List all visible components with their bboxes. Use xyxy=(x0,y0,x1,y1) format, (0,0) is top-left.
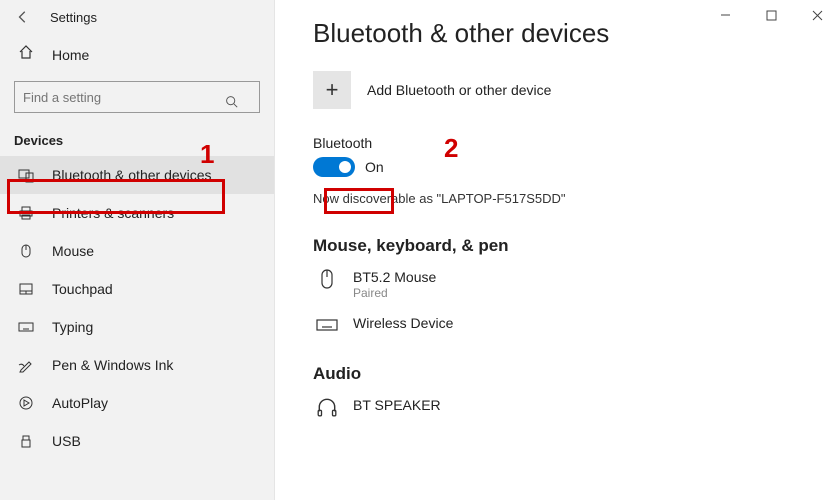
mouse-icon xyxy=(313,268,341,290)
device-name: BT5.2 Mouse xyxy=(353,268,436,286)
devices-icon xyxy=(18,167,36,183)
sidebar-item-label: Mouse xyxy=(52,243,94,259)
sidebar-item-typing[interactable]: Typing xyxy=(0,308,274,346)
toggle-knob xyxy=(339,161,351,173)
autoplay-icon xyxy=(18,395,36,411)
keyboard-icon xyxy=(313,314,341,336)
sidebar-item-autoplay[interactable]: AutoPlay xyxy=(0,384,274,422)
search-icon xyxy=(225,95,238,111)
add-device-label: Add Bluetooth or other device xyxy=(367,82,551,98)
search-input[interactable] xyxy=(14,81,260,113)
device-status: Paired xyxy=(353,286,436,300)
minimize-button[interactable] xyxy=(702,0,748,30)
home-icon xyxy=(18,44,36,65)
sidebar-item-label: USB xyxy=(52,433,81,449)
headphones-icon xyxy=(313,396,341,418)
toggle-state-label: On xyxy=(365,159,384,175)
usb-icon xyxy=(18,433,36,449)
sidebar-item-label: Bluetooth & other devices xyxy=(52,167,212,183)
sidebar-item-pen[interactable]: Pen & Windows Ink xyxy=(0,346,274,384)
mouse-icon xyxy=(18,243,36,259)
app-title: Settings xyxy=(50,10,97,25)
sidebar-item-label: Printers & scanners xyxy=(52,205,174,221)
sidebar-item-mouse[interactable]: Mouse xyxy=(0,232,274,270)
device-row[interactable]: Wireless Device xyxy=(313,314,840,336)
sidebar-item-usb[interactable]: USB xyxy=(0,422,274,460)
keyboard-icon xyxy=(18,319,36,335)
close-button[interactable] xyxy=(794,0,840,30)
add-button[interactable]: + xyxy=(313,71,351,109)
sidebar-item-label: AutoPlay xyxy=(52,395,108,411)
sidebar-item-label: Typing xyxy=(52,319,93,335)
plus-icon: + xyxy=(326,77,339,103)
sidebar-section-devices: Devices xyxy=(0,127,274,156)
group-audio: Audio xyxy=(313,364,840,384)
device-name: BT SPEAKER xyxy=(353,396,441,414)
device-row[interactable]: BT5.2 Mouse Paired xyxy=(313,268,840,300)
home-label: Home xyxy=(52,47,89,63)
sidebar-item-label: Touchpad xyxy=(52,281,113,297)
printer-icon xyxy=(18,205,36,221)
device-row[interactable]: BT SPEAKER xyxy=(313,396,840,418)
sidebar-item-printers[interactable]: Printers & scanners xyxy=(0,194,274,232)
touchpad-icon xyxy=(18,281,36,297)
device-name: Wireless Device xyxy=(353,314,453,332)
back-button[interactable] xyxy=(14,8,32,26)
bluetooth-toggle[interactable] xyxy=(313,157,355,177)
sidebar-item-touchpad[interactable]: Touchpad xyxy=(0,270,274,308)
sidebar-item-bluetooth[interactable]: Bluetooth & other devices xyxy=(0,156,274,194)
pen-icon xyxy=(18,357,36,373)
add-device-row[interactable]: + Add Bluetooth or other device xyxy=(313,71,840,109)
maximize-button[interactable] xyxy=(748,0,794,30)
sidebar-home[interactable]: Home xyxy=(0,34,274,75)
group-mouse-keyboard: Mouse, keyboard, & pen xyxy=(313,236,840,256)
sidebar-item-label: Pen & Windows Ink xyxy=(52,357,173,373)
bluetooth-label: Bluetooth xyxy=(313,135,840,151)
discoverable-text: Now discoverable as "LAPTOP-F517S5DD" xyxy=(313,191,840,206)
